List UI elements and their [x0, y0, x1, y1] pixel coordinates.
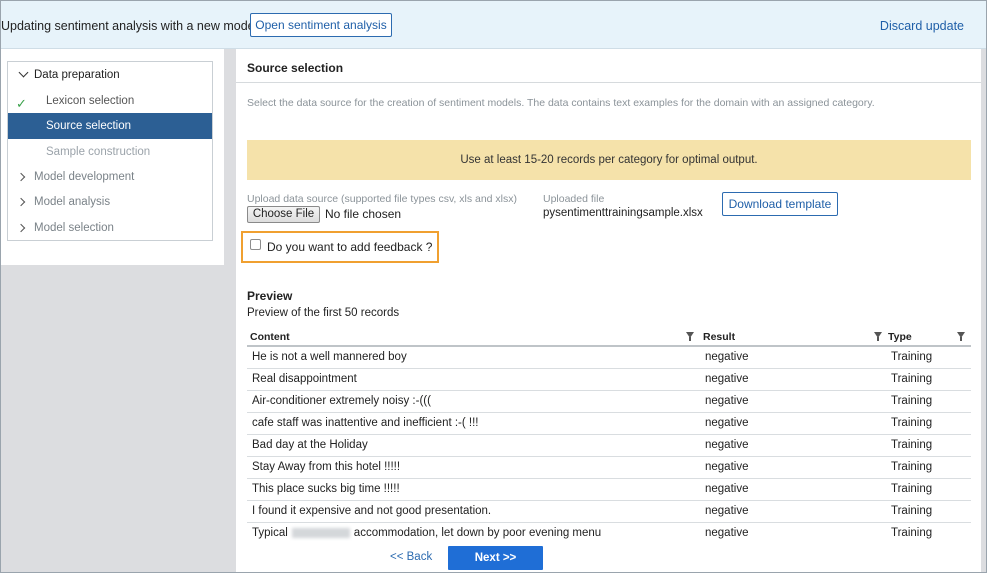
uploaded-file-name: pysentimenttrainingsample.xlsx — [543, 207, 703, 219]
step-data-preparation[interactable]: Data preparation — [8, 62, 212, 88]
steps-panel: Data preparation ✓ Lexicon selection Sou… — [1, 49, 224, 265]
preview-table: Content Result Type He is not a well man… — [247, 328, 971, 541]
table-row[interactable]: Real disappointment negative Training — [247, 369, 971, 391]
table-row[interactable]: Air-conditioner extremely noisy :-((( ne… — [247, 391, 971, 413]
table-row[interactable]: Bad day at the Holiday negative Training — [247, 435, 971, 457]
file-status: No file chosen — [325, 207, 402, 221]
wizard-window: Updating sentiment analysis with a new m… — [0, 0, 987, 573]
table-row[interactable]: He is not a well mannered boy negative T… — [247, 347, 971, 369]
chevron-right-icon — [16, 197, 26, 207]
preview-subtitle: Preview of the first 50 records — [247, 307, 400, 319]
row-content-end: accommodation, let down by poor evening … — [353, 527, 602, 539]
row-content-start: Typical — [252, 527, 288, 539]
next-button[interactable]: Next >> — [448, 546, 543, 570]
section-title: Source selection — [247, 61, 344, 75]
preview-title: Preview — [247, 289, 293, 303]
info-banner: Use at least 15-20 records per category … — [247, 140, 971, 180]
table-row[interactable]: Typical accommodation, let down by poor e… — [247, 523, 971, 541]
page-title: Updating sentiment analysis with a new m… — [1, 19, 258, 33]
section-divider — [236, 82, 981, 83]
table-row[interactable]: cafe staff was inattentive and inefficie… — [247, 413, 971, 435]
column-header-content: Content — [250, 331, 290, 343]
step-model-development: Model development — [8, 164, 212, 190]
discard-update-link[interactable]: Discard update — [880, 19, 964, 33]
step-lexicon-selection[interactable]: ✓ Lexicon selection — [8, 88, 212, 114]
back-button[interactable]: << Back — [390, 551, 432, 563]
section-description: Select the data source for the creation … — [247, 97, 875, 109]
filter-icon[interactable] — [957, 332, 965, 341]
step-model-analysis: Model analysis — [8, 189, 212, 215]
chevron-down-icon — [18, 67, 29, 78]
open-sentiment-analysis-button[interactable]: Open sentiment analysis — [250, 13, 392, 37]
table-row[interactable]: I found it expensive and not good presen… — [247, 501, 971, 523]
upload-label: Upload data source (supported file types… — [247, 193, 518, 205]
source-selection-panel: Source selection Select the data source … — [236, 49, 981, 541]
chevron-right-icon — [16, 172, 26, 182]
header-bar: Updating sentiment analysis with a new m… — [1, 1, 986, 49]
filter-icon[interactable] — [686, 332, 694, 341]
feedback-checkbox[interactable] — [250, 239, 261, 250]
chevron-right-icon — [16, 223, 26, 233]
table-row[interactable]: This place sucks big time !!!!! negative… — [247, 479, 971, 501]
column-header-result: Result — [703, 331, 736, 343]
uploaded-file-label: Uploaded file — [543, 193, 605, 205]
filter-icon[interactable] — [874, 332, 882, 341]
feedback-highlight: Do you want to add feedback ? — [241, 231, 439, 263]
redacted-text — [291, 527, 350, 538]
step-source-selection[interactable]: Source selection — [8, 113, 212, 139]
choose-file-button[interactable]: Choose File — [247, 206, 320, 223]
steps-list: Data preparation ✓ Lexicon selection Sou… — [7, 61, 213, 241]
download-template-button[interactable]: Download template — [722, 192, 838, 216]
wizard-footer: << Back Next >> — [236, 541, 981, 572]
table-header: Content Result Type — [247, 328, 971, 347]
step-model-selection: Model selection — [8, 215, 212, 241]
column-header-type: Type — [888, 331, 912, 343]
feedback-label: Do you want to add feedback ? — [267, 240, 433, 254]
step-sample-construction: Sample construction — [46, 146, 151, 158]
table-row[interactable]: Stay Away from this hotel !!!!! negative… — [247, 457, 971, 479]
